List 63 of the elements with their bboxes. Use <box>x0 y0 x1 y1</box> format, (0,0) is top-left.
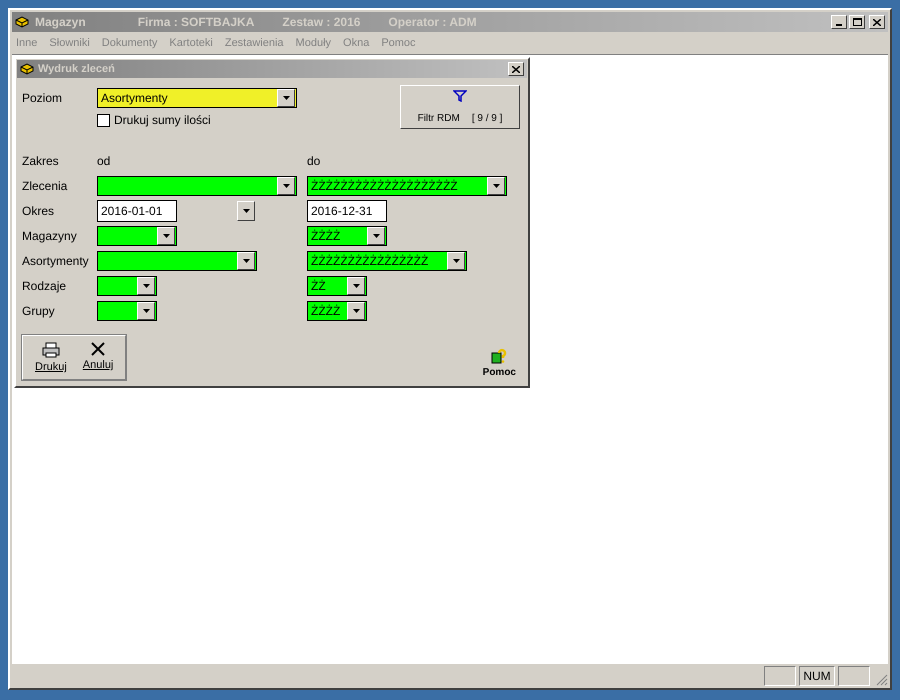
num-lock-indicator: NUM <box>799 666 835 686</box>
field-label: Asortymenty <box>22 254 90 268</box>
dropdown-field[interactable]: ŻŻŻŻŻŻŻŻŻŻŻŻŻŻŻŻŻŻŻŻ <box>307 176 507 196</box>
maximize-button[interactable] <box>849 15 865 29</box>
field-label: Rodzaje <box>22 278 68 292</box>
caret-icon <box>242 258 250 262</box>
caret-icon <box>142 284 150 288</box>
checkbox-label: Drukuj sumy ilości <box>114 113 211 127</box>
field-label: Grupy <box>22 304 56 318</box>
section-label: Zakres <box>22 154 60 168</box>
window-title: Magazyn <box>35 15 86 29</box>
calendar-dropdown-button[interactable] <box>237 200 255 220</box>
close-button[interactable] <box>508 62 524 76</box>
close-button[interactable] <box>869 15 885 29</box>
dropdown-field[interactable] <box>97 250 257 270</box>
toolbar-button[interactable]: Anuluj <box>76 340 120 375</box>
close-icon <box>873 18 881 26</box>
set-label: Zestaw : 2016 <box>282 15 360 29</box>
column-header: do <box>307 154 320 168</box>
caret-icon <box>242 208 250 212</box>
checkbox[interactable] <box>97 114 110 126</box>
caret-icon <box>352 308 360 312</box>
toolbar-button[interactable]: Drukuj <box>29 340 73 375</box>
dropdown-field[interactable] <box>97 276 157 296</box>
caret-icon <box>162 234 170 238</box>
field-label: Magazyny <box>22 228 78 242</box>
dropdown-field[interactable]: ŻŻŻŻ <box>307 300 367 320</box>
resize-grip-icon <box>876 674 888 686</box>
filter-button[interactable]: Filtr RDM [ 9 / 9 ] <box>400 85 520 129</box>
close-icon <box>91 342 106 356</box>
dropdown-field[interactable] <box>97 226 177 246</box>
caret-icon <box>492 184 500 188</box>
dropdown-field[interactable] <box>97 300 157 320</box>
maximize-icon <box>852 18 862 26</box>
dropdown-field[interactable] <box>97 176 297 196</box>
status-panel <box>764 666 796 686</box>
caret-icon <box>282 184 290 188</box>
company-label: Firma : SOFTBAJKA <box>138 15 254 29</box>
minimize-button[interactable] <box>831 15 847 29</box>
help-button[interactable]: Pomoc <box>476 346 522 380</box>
field-label: Poziom <box>22 90 64 104</box>
caret-icon <box>372 234 380 238</box>
printer-icon <box>42 342 60 358</box>
column-header: od <box>97 154 110 168</box>
date-field[interactable]: 2016-12-31 <box>307 200 387 222</box>
date-field[interactable]: 2016-01-01 <box>97 200 177 222</box>
field-label: Okres <box>22 204 56 218</box>
app-icon <box>15 16 29 28</box>
help-icon <box>491 348 508 364</box>
dropdown-field[interactable]: Asortymenty <box>97 88 297 108</box>
caret-icon <box>352 284 360 288</box>
dialog-title: Wydruk zleceń <box>38 63 115 75</box>
caret-icon <box>142 308 150 312</box>
status-panel <box>838 666 870 686</box>
field-label: Zlecenia <box>22 178 68 192</box>
caret-icon <box>452 258 460 262</box>
filter-icon <box>453 90 467 102</box>
dropdown-field[interactable]: ŻŻŻŻ <box>307 226 387 246</box>
caret-icon <box>282 96 290 100</box>
close-icon <box>512 66 520 72</box>
dropdown-field[interactable]: ŻŻ <box>307 276 367 296</box>
dialog-icon <box>20 63 34 75</box>
dropdown-field[interactable]: ŻŻŻŻŻŻŻŻŻŻŻŻŻŻŻŻ <box>307 250 467 270</box>
